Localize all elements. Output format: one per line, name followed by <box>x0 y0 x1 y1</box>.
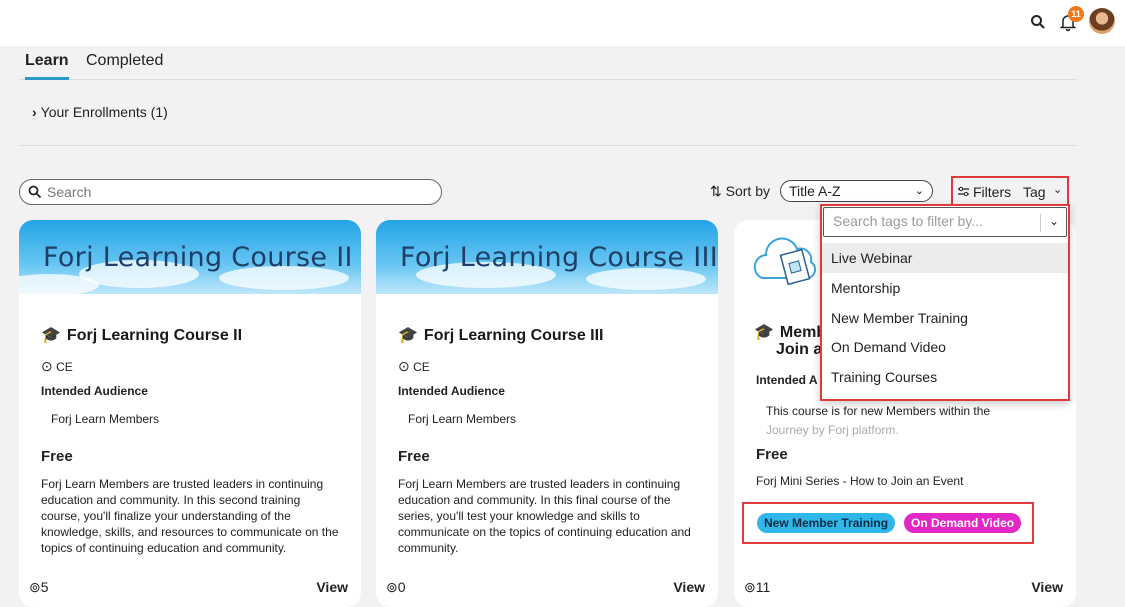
user-circle-icon: ⊚ <box>386 579 398 595</box>
enrollment-count: ⊚0 <box>386 579 406 595</box>
course-price: Free <box>756 446 788 463</box>
filters-label: Filters <box>973 184 1012 200</box>
audience-value: Forj Learn Members <box>408 412 517 426</box>
cloud-document-icon <box>753 237 816 286</box>
course-title[interactable]: 🎓 Memb Join a <box>754 324 826 358</box>
tag-list: New Member Training On Demand Video <box>742 502 1034 544</box>
sort-arrows-icon: ⇅ <box>710 183 722 199</box>
graduation-cap-icon: 🎓 <box>41 327 61 344</box>
notification-badge: 11 <box>1068 6 1084 22</box>
divider <box>1040 214 1041 232</box>
top-bar: 11 <box>0 0 1125 46</box>
tag-option[interactable]: Live Webinar <box>822 243 1068 273</box>
filters-button[interactable]: Filters Tag ⌄ <box>951 176 1069 206</box>
chevron-down-icon: ⌄ <box>914 185 924 197</box>
enrollments-label: Your Enrollments (1) <box>40 104 168 120</box>
divider <box>19 145 1077 146</box>
tag-search[interactable]: ⌄ <box>823 207 1067 237</box>
chevron-down-icon: ⌄ <box>1053 184 1063 196</box>
course-banner: Forj Learning Course II <box>19 220 361 296</box>
credit-badge: ⊙ CE <box>398 358 430 374</box>
search-input[interactable] <box>47 183 427 201</box>
tag-option[interactable]: Training Courses <box>822 362 1068 392</box>
course-banner: Forj Learning Course III <box>376 220 718 294</box>
banner-title: Forj Learning Course II <box>43 242 353 273</box>
course-card[interactable]: Forj Learning Course III 🎓 Forj Learning … <box>376 220 718 607</box>
enrollment-count: ⊚11 <box>744 579 771 595</box>
enrollments-toggle[interactable]: › Your Enrollments (1) <box>32 104 168 120</box>
avatar[interactable] <box>1089 8 1115 34</box>
user-circle-icon: ⊚ <box>744 579 756 595</box>
course-description: Forj Learn Members are trusted leaders i… <box>41 477 339 555</box>
credit-badge: ⊙ CE <box>41 358 73 374</box>
chevron-down-icon[interactable]: ⌄ <box>1049 214 1059 228</box>
course-title[interactable]: 🎓 Forj Learning Course III <box>398 325 604 345</box>
view-link[interactable]: View <box>673 579 705 595</box>
sort-by-label: ⇅ Sort by <box>710 183 770 199</box>
user-circle-icon: ⊚ <box>29 579 41 595</box>
banner-title: Forj Learning Course III <box>400 242 718 273</box>
course-title[interactable]: 🎓 Forj Learning Course II <box>41 325 242 345</box>
sliders-icon <box>958 186 969 197</box>
tag-new-member-training[interactable]: New Member Training <box>757 513 896 533</box>
tag-search-input[interactable] <box>833 213 1033 229</box>
tab-bar: Learn Completed <box>19 46 1077 80</box>
search-icon[interactable] <box>1030 14 1046 30</box>
graduation-cap-icon: 🎓 <box>754 324 774 341</box>
course-series: Forj Mini Series - How to Join an Event <box>756 474 964 488</box>
audience-heading: Intended Audience <box>398 384 505 398</box>
tag-label: Tag <box>1023 184 1046 200</box>
view-link[interactable]: View <box>316 579 348 595</box>
sort-value: Title A-Z <box>789 183 841 199</box>
tab-completed[interactable]: Completed <box>86 52 163 77</box>
tag-option[interactable]: New Member Training <box>822 303 1068 333</box>
tag-option[interactable]: Mentorship <box>822 273 1068 303</box>
course-price: Free <box>398 448 430 465</box>
audience-heading: Intended A <box>756 373 818 387</box>
graduation-cap-icon: 🎓 <box>398 327 418 344</box>
tag-filter-dropdown: ⌄ Live Webinar Mentorship New Member Tra… <box>820 204 1070 401</box>
tab-learn[interactable]: Learn <box>25 52 69 80</box>
audience-value: Forj Learn Members <box>51 412 160 426</box>
course-card[interactable]: Forj Learning Course II 🎓 Forj Learning C… <box>19 220 361 607</box>
check-circle-icon: ⊙ <box>41 358 53 374</box>
course-search[interactable] <box>19 179 442 205</box>
view-link[interactable]: View <box>1031 579 1063 595</box>
audience-heading: Intended Audience <box>41 384 148 398</box>
course-price: Free <box>41 448 73 465</box>
course-description: Forj Learn Members are trusted leaders i… <box>398 477 691 555</box>
tag-on-demand-video[interactable]: On Demand Video <box>904 513 1022 533</box>
search-icon <box>28 185 42 199</box>
check-circle-icon: ⊙ <box>398 358 410 374</box>
sort-select[interactable]: Title A-Z ⌄ <box>780 180 933 202</box>
audience-value: This course is for new Members within th… <box>766 404 991 437</box>
tag-option[interactable]: On Demand Video <box>822 332 1068 362</box>
chevron-right-icon: › <box>32 104 37 120</box>
enrollment-count: ⊚5 <box>29 579 49 595</box>
